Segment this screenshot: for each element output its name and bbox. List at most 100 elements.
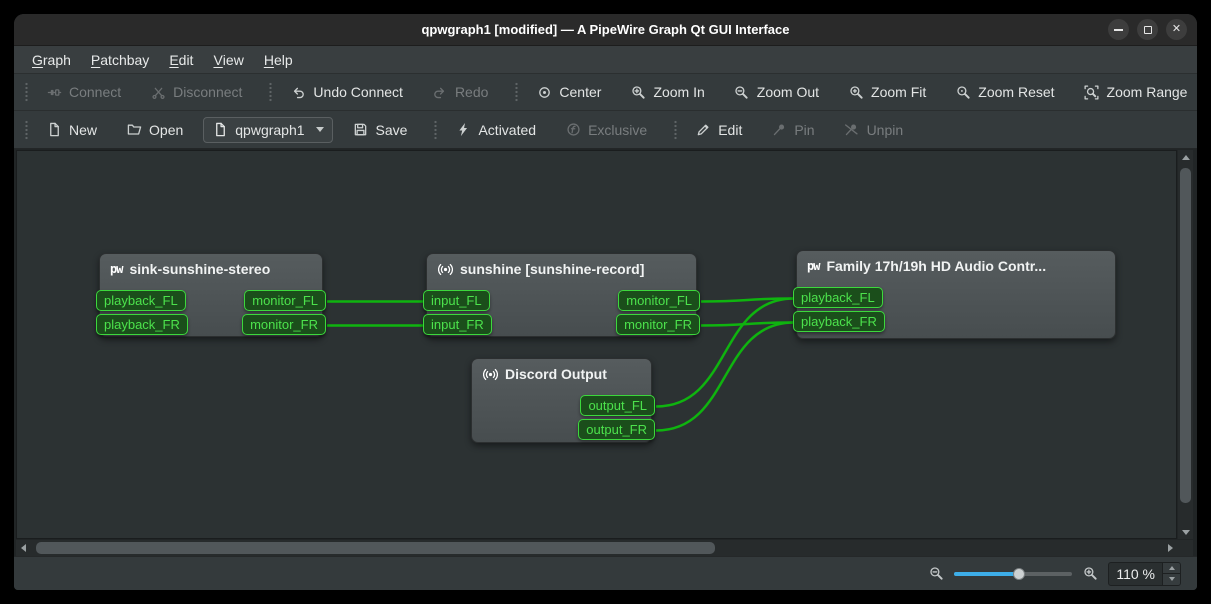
patchbay-file-dropdown[interactable]: qpwgraph1 — [203, 117, 332, 143]
undo-connect-button[interactable]: Undo Connect — [281, 79, 412, 105]
file-icon — [212, 122, 228, 138]
graph-canvas[interactable]: pwsink-sunshine-stereoplayback_FLplaybac… — [16, 150, 1177, 539]
zoom-slider[interactable] — [954, 566, 1072, 582]
disconnect-button[interactable]: Disconnect — [141, 79, 251, 105]
vertical-scrollbar[interactable] — [1178, 150, 1193, 539]
menu-graph[interactable]: Graph — [22, 46, 81, 73]
maximize-icon — [1144, 26, 1152, 34]
exclusive-toggle[interactable]: Exclusive — [556, 117, 656, 143]
disconnect-icon — [150, 84, 166, 100]
zoom-in-small-icon[interactable] — [1082, 566, 1098, 582]
connect-label: Connect — [69, 84, 121, 100]
connection-cable[interactable] — [656, 323, 794, 431]
center-button[interactable]: Center — [527, 79, 610, 105]
zoom-out-button[interactable]: Zoom Out — [725, 79, 828, 105]
port-output_FL[interactable]: output_FL — [580, 395, 655, 416]
port-playback_FR[interactable]: playback_FR — [793, 311, 885, 332]
zoom-range-icon — [1084, 84, 1100, 100]
activated-label: Activated — [478, 122, 536, 138]
pin-button[interactable]: Pin — [762, 117, 823, 143]
node-discord[interactable]: Discord Output output_FL output_FR — [471, 358, 652, 443]
zoom-range-label: Zoom Range — [1107, 84, 1188, 100]
node-header: sunshine [sunshine-record] — [427, 254, 696, 277]
menu-help[interactable]: Help — [254, 46, 303, 73]
menubar: GraphPatchbayEditViewHelp — [14, 46, 1197, 74]
new-label: New — [69, 122, 97, 138]
up-arrow-icon — [1169, 566, 1175, 570]
connect-button[interactable]: Connect — [37, 79, 130, 105]
zoom-fit-icon — [848, 84, 864, 100]
toolbar-drag-handle[interactable] — [268, 82, 273, 102]
minimize-button[interactable] — [1108, 19, 1129, 40]
open-button[interactable]: Open — [117, 117, 192, 143]
zoom-spin-down[interactable] — [1163, 574, 1180, 585]
node-title: Discord Output — [505, 366, 607, 382]
edit-button[interactable]: Edit — [686, 117, 751, 143]
scroll-right-arrow[interactable] — [1163, 540, 1177, 556]
port-monitor_FL[interactable]: monitor_FL — [618, 290, 700, 311]
redo-button[interactable]: Redo — [423, 79, 497, 105]
redo-icon — [432, 84, 448, 100]
save-button[interactable]: Save — [344, 117, 417, 143]
save-icon — [353, 122, 369, 138]
window-controls: ✕ — [1108, 14, 1187, 45]
node-family[interactable]: pwFamily 17h/19h HD Audio Contr... playba… — [796, 250, 1116, 339]
zoom-reset-icon — [955, 84, 971, 100]
port-input_FL[interactable]: input_FL — [423, 290, 490, 311]
port-monitor_FR[interactable]: monitor_FR — [616, 314, 700, 335]
zoom-in-button[interactable]: Zoom In — [621, 79, 713, 105]
toolbar-drag-handle[interactable] — [433, 120, 438, 140]
vertical-scrollbar-thumb[interactable] — [1180, 168, 1191, 504]
toolbar-drag-handle[interactable] — [673, 120, 678, 140]
zoom-slider-handle[interactable] — [1013, 568, 1025, 580]
menu-edit[interactable]: Edit — [159, 46, 203, 73]
toolbar-drag-handle[interactable] — [24, 82, 29, 102]
zoom-range-button[interactable]: Zoom Range — [1075, 79, 1197, 105]
titlebar[interactable]: qpwgraph1 [modified] — A PipeWire Graph … — [14, 14, 1197, 46]
zoom-fit-button[interactable]: Zoom Fit — [839, 79, 935, 105]
graph-area: pwsink-sunshine-stereoplayback_FLplaybac… — [14, 149, 1197, 556]
zoom-out-label: Zoom Out — [757, 84, 819, 100]
node-header: pwFamily 17h/19h HD Audio Contr... — [797, 251, 1115, 274]
node-title: sunshine [sunshine-record] — [460, 261, 644, 277]
disconnect-label: Disconnect — [173, 84, 242, 100]
toolbar-drag-handle[interactable] — [24, 120, 29, 140]
zoom-reset-button[interactable]: Zoom Reset — [946, 79, 1063, 105]
right-arrow-icon — [1168, 544, 1173, 552]
activated-toggle[interactable]: Activated — [446, 117, 545, 143]
horizontal-scrollbar[interactable] — [16, 540, 1177, 556]
port-output_FR[interactable]: output_FR — [578, 419, 655, 440]
port-playback_FL[interactable]: playback_FL — [96, 290, 186, 311]
horizontal-scrollbar-thumb[interactable] — [36, 542, 716, 554]
pin-label: Pin — [794, 122, 814, 138]
new-file-icon — [46, 122, 62, 138]
menu-patchbay[interactable]: Patchbay — [81, 46, 159, 73]
menu-view[interactable]: View — [203, 46, 253, 73]
maximize-button[interactable] — [1137, 19, 1158, 40]
port-input_FR[interactable]: input_FR — [423, 314, 492, 335]
scroll-down-arrow[interactable] — [1178, 525, 1193, 539]
close-button[interactable]: ✕ — [1166, 19, 1187, 40]
port-monitor_FL[interactable]: monitor_FL — [244, 290, 326, 311]
port-playback_FR[interactable]: playback_FR — [96, 314, 188, 335]
zoom-spinbox[interactable]: 110 % — [1108, 562, 1181, 586]
connect-icon — [46, 84, 62, 100]
new-button[interactable]: New — [37, 117, 106, 143]
zoom-spin-up[interactable] — [1163, 563, 1180, 575]
file-toolbar: New Open qpwgraph1 Save Activated Exclus… — [14, 111, 1197, 149]
port-playback_FL[interactable]: playback_FL — [793, 287, 883, 308]
open-folder-icon — [126, 122, 142, 138]
toolbar-drag-handle[interactable] — [514, 82, 519, 102]
node-sink[interactable]: pwsink-sunshine-stereoplayback_FLplaybac… — [99, 253, 323, 337]
zoom-out-small-icon[interactable] — [928, 566, 944, 582]
lightning-bolt-icon — [455, 122, 471, 138]
port-monitor_FR[interactable]: monitor_FR — [242, 314, 326, 335]
node-title: sink-sunshine-stereo — [129, 261, 270, 277]
undo-label: Undo Connect — [313, 84, 403, 100]
node-title: Family 17h/19h HD Audio Contr... — [826, 258, 1046, 274]
unpin-button[interactable]: Unpin — [835, 117, 913, 143]
node-sunshine[interactable]: sunshine [sunshine-record] input_FL input_… — [426, 253, 697, 337]
scroll-up-arrow[interactable] — [1178, 150, 1193, 164]
stream-icon — [482, 366, 498, 382]
scroll-left-arrow[interactable] — [16, 540, 30, 556]
